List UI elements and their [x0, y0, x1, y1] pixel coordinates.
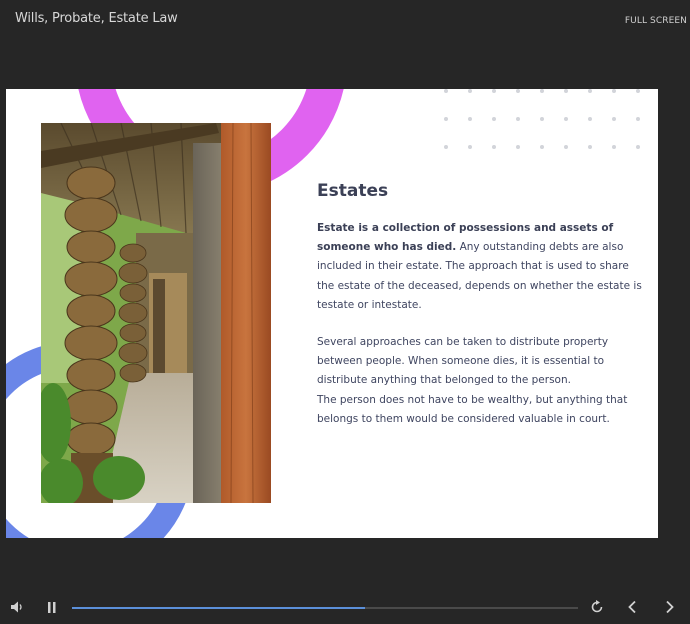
slide-heading: Estates — [317, 181, 389, 201]
chevron-right-icon[interactable] — [664, 600, 676, 614]
fullscreen-button[interactable]: FULL SCREEN — [625, 16, 687, 26]
replay-icon[interactable] — [590, 600, 604, 614]
volume-icon[interactable] — [10, 600, 26, 614]
dot-grid-shape — [444, 89, 640, 149]
progress-bar[interactable] — [72, 607, 578, 609]
chevron-left-icon[interactable] — [626, 600, 638, 614]
slide-body: Estate is a collection of possessions an… — [317, 219, 647, 429]
paragraph-2: Several approaches can be taken to distr… — [317, 336, 609, 387]
paragraph-1: Estate is a collection of possessions an… — [317, 219, 647, 315]
pause-icon[interactable] — [46, 601, 58, 614]
slide: Estates Estate is a collection of posses… — [6, 89, 658, 538]
paragraph-3: The person does not have to be wealthy, … — [317, 393, 628, 425]
course-title: Wills, Probate, Estate Law — [15, 11, 178, 26]
top-bar: Wills, Probate, Estate Law FULL SCREEN — [0, 0, 690, 40]
progress-fill — [72, 607, 366, 609]
porch-photo — [41, 123, 271, 503]
